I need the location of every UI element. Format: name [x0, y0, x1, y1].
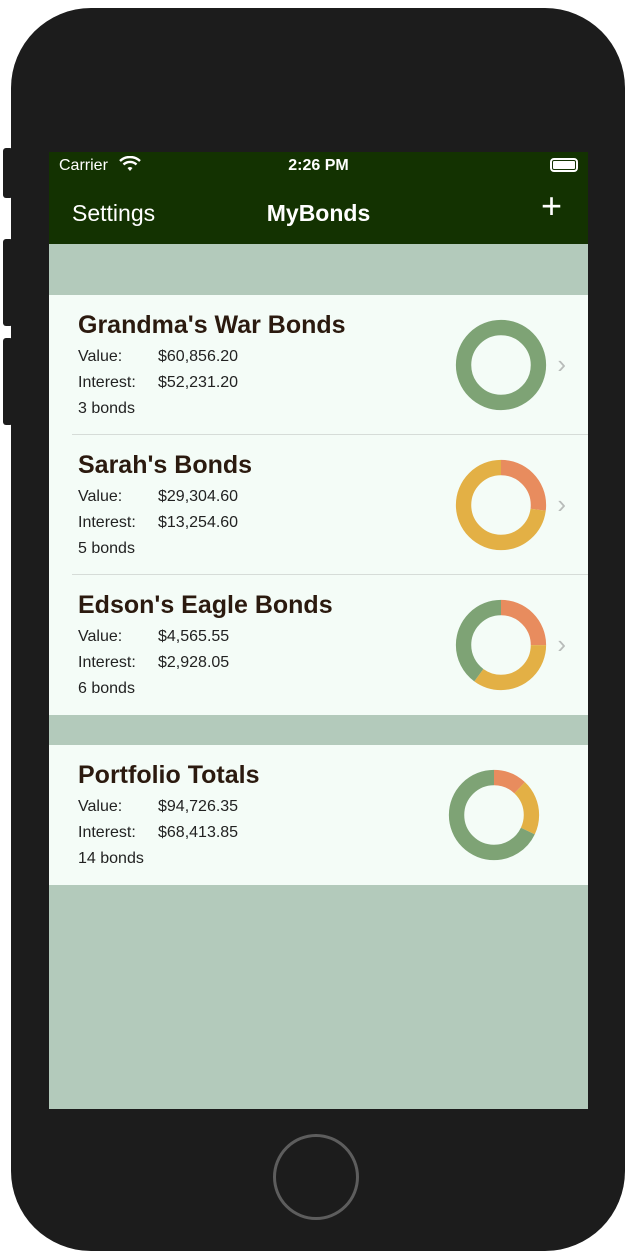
- status-bar: Carrier 2:26 PM: [49, 152, 588, 180]
- value-row: Value: $29,304.60: [78, 488, 238, 506]
- value-label: Value:: [78, 798, 123, 815]
- value-label: Value:: [78, 348, 123, 365]
- value-row: Value: $4,565.55: [78, 628, 229, 646]
- portfolio-name: Edson's Eagle Bonds: [78, 591, 333, 619]
- interest-label: Interest:: [78, 374, 136, 391]
- interest-label: Interest:: [78, 514, 136, 531]
- battery-icon: [550, 158, 578, 172]
- portfolio-donut-chart: [455, 599, 547, 691]
- interest-amount: $13,254.60: [158, 514, 239, 531]
- bond-count: 6 bonds: [78, 680, 135, 697]
- bond-count: 5 bonds: [78, 540, 135, 557]
- chevron-right-icon: ›: [557, 629, 566, 659]
- status-time: 2:26 PM: [288, 157, 349, 174]
- donut-segment-green: [455, 319, 547, 411]
- value-label: Value:: [78, 488, 123, 505]
- value-label: Value:: [78, 628, 123, 645]
- chevron-right-icon: ›: [557, 489, 566, 519]
- value-row: Value: $60,856.20: [78, 348, 238, 366]
- value-amount: $60,856.20: [158, 348, 239, 365]
- bond-count: 14 bonds: [78, 850, 144, 867]
- portfolio-donut-chart: [455, 319, 547, 411]
- interest-row: Interest: $2,928.05: [78, 654, 229, 672]
- totals-title: Portfolio Totals: [78, 761, 260, 789]
- interest-label: Interest:: [78, 654, 136, 671]
- screen: Carrier 2:26 PM Settings MyBonds + Grand…: [49, 152, 588, 1109]
- portfolio-row[interactable]: Edson's Eagle Bonds Value: $4,565.55 Inte…: [49, 575, 588, 715]
- portfolio-row[interactable]: Sarah's Bonds Value: $29,304.60 Interest:…: [49, 435, 588, 575]
- value-amount: $94,726.35: [158, 798, 239, 815]
- interest-row: Interest: $68,413.85: [78, 824, 238, 842]
- navigation-bar: Settings MyBonds +: [49, 180, 588, 244]
- value-amount: $29,304.60: [158, 488, 239, 505]
- portfolio-totals: Portfolio Totals Value: $94,726.35 Intere…: [49, 745, 588, 885]
- interest-row: Interest: $52,231.20: [78, 374, 238, 392]
- portfolio-row[interactable]: Grandma's War Bonds Value: $60,856.20 Int…: [49, 295, 588, 435]
- value-row: Value: $94,726.35: [78, 798, 238, 816]
- portfolio-name: Sarah's Bonds: [78, 451, 253, 479]
- bond-count: 3 bonds: [78, 400, 135, 417]
- portfolio-donut-chart: [455, 459, 547, 551]
- totals-donut-chart: [448, 769, 540, 861]
- chevron-right-icon: ›: [557, 349, 566, 379]
- interest-label: Interest:: [78, 824, 136, 841]
- value-amount: $4,565.55: [158, 628, 230, 645]
- page-title: MyBonds: [266, 200, 371, 226]
- add-portfolio-button[interactable]: +: [541, 188, 562, 224]
- interest-row: Interest: $13,254.60: [78, 514, 238, 532]
- interest-amount: $2,928.05: [158, 654, 230, 671]
- home-button[interactable]: [273, 1134, 359, 1220]
- interest-amount: $68,413.85: [158, 824, 239, 841]
- portfolio-name: Grandma's War Bonds: [78, 311, 346, 339]
- interest-amount: $52,231.20: [158, 374, 239, 391]
